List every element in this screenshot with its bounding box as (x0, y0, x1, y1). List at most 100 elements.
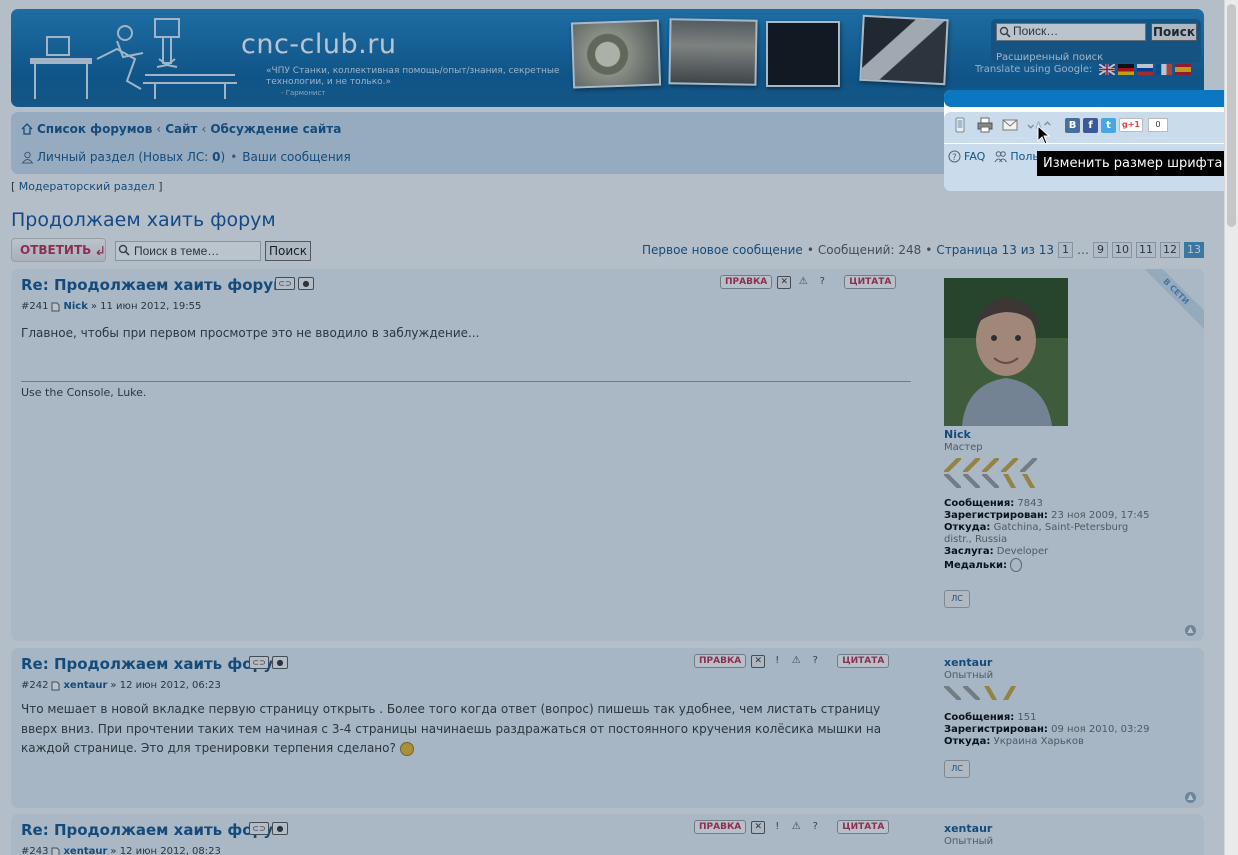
page-indicator[interactable]: Страница 13 из 13 (936, 243, 1054, 257)
page-ellipsis: … (1077, 243, 1089, 257)
post-icon (51, 681, 60, 690)
post-title[interactable]: Re: Продолжаем хаить форум (21, 276, 285, 294)
info-icon[interactable]: ? (815, 275, 829, 289)
flag-de-icon[interactable] (1118, 64, 1134, 75)
facebook-icon[interactable]: f (1083, 117, 1098, 133)
flag-fr-icon[interactable] (1156, 64, 1172, 75)
post-author[interactable]: xentaur (63, 846, 107, 855)
page-link[interactable]: 11 (1136, 242, 1156, 258)
reply-button[interactable]: ОТВЕТИТЬ (11, 238, 106, 262)
scrollbar[interactable] (1224, 0, 1238, 855)
user-info-icon[interactable]: ● (272, 656, 288, 669)
post-title-icons: ⊂⊃ ● (249, 822, 288, 835)
user-info-icon[interactable]: ● (298, 277, 314, 290)
print-icon[interactable] (977, 117, 993, 133)
post-title[interactable]: Re: Продолжаем хаить форум (21, 655, 285, 673)
members-link[interactable]: Поль (1010, 150, 1039, 163)
home-icon (21, 123, 33, 135)
topic-search-button[interactable]: Поиск (265, 241, 311, 261)
post-author[interactable]: xentaur (63, 680, 107, 691)
posts-value[interactable]: 7843 (1017, 498, 1042, 509)
post-number[interactable]: #242 (21, 680, 48, 691)
report-icon[interactable]: ⚠ (789, 820, 803, 834)
profile-username[interactable]: Nick (944, 429, 1154, 441)
avatar[interactable] (944, 278, 1068, 426)
posts-value[interactable]: 151 (1017, 712, 1036, 723)
your-posts-link[interactable]: Ваши сообщения (242, 150, 350, 164)
quote-button[interactable]: ЦИТАТА (837, 820, 890, 834)
post-number[interactable]: #241 (21, 301, 48, 312)
link-icon[interactable]: ⊂⊃ (249, 822, 269, 835)
link-icon[interactable]: ⊂⊃ (249, 656, 269, 669)
breadcrumb-site[interactable]: Сайт (165, 122, 197, 136)
page-link[interactable]: 1 (1058, 242, 1073, 258)
post-buttons: ПРАВКА ✕ ⚠ ? ЦИТАТА (720, 275, 897, 289)
flag-ru-icon[interactable] (1137, 64, 1153, 75)
quote-button[interactable]: ЦИТАТА (837, 654, 890, 668)
search-input[interactable]: Поиск… (996, 23, 1146, 41)
bullet: • (230, 150, 238, 164)
breadcrumb: Список форумов ‹ Сайт ‹ Обсуждение сайта (21, 122, 341, 136)
medal-icon[interactable] (1010, 558, 1023, 572)
vk-icon[interactable]: B (1065, 117, 1080, 133)
warn-icon[interactable]: ! (770, 820, 784, 834)
delete-icon[interactable]: ✕ (751, 654, 766, 668)
advanced-search-link[interactable]: Расширенный поиск (996, 52, 1103, 63)
faq-line: ? FAQ Поль (948, 150, 1039, 163)
breadcrumb-forum-index[interactable]: Список форумов (37, 122, 152, 136)
edit-button[interactable]: ПРАВКА (694, 654, 747, 668)
quote-button[interactable]: ЦИТАТА (844, 275, 897, 289)
post-icon (51, 847, 60, 855)
edit-button[interactable]: ПРАВКА (720, 275, 773, 289)
info-icon[interactable]: ? (808, 820, 822, 834)
site-name[interactable]: cnc-club.ru (241, 29, 396, 60)
delete-icon[interactable]: ✕ (751, 820, 766, 834)
warn-icon[interactable]: ⚠ (796, 275, 810, 289)
warn-icon[interactable]: ! (770, 654, 784, 668)
breadcrumb-site-discussion[interactable]: Обсуждение сайта (210, 122, 341, 136)
user-info-icon[interactable]: ● (272, 822, 288, 835)
page-link[interactable]: 10 (1112, 242, 1132, 258)
email-icon[interactable] (1002, 117, 1018, 133)
edit-button[interactable]: ПРАВКА (694, 820, 747, 834)
rank-tool-icon (1001, 686, 1018, 700)
page-link[interactable]: 12 (1160, 242, 1180, 258)
rank-tool-icon (1001, 458, 1018, 472)
back-to-top-icon[interactable]: ▲ (1185, 792, 1196, 803)
flag-en-icon[interactable] (1099, 64, 1115, 75)
post-title-icons: ⊂⊃ ● (249, 656, 288, 669)
pm-button[interactable]: ЛС (944, 590, 970, 608)
page-link[interactable]: 9 (1093, 242, 1108, 258)
search-button[interactable]: Поиск (1151, 23, 1197, 41)
scrollbar-thumb[interactable] (1227, 4, 1236, 227)
faq-link[interactable]: FAQ (964, 150, 985, 163)
rank-icons (944, 458, 1044, 488)
moderator-section-link[interactable]: Модераторский раздел (19, 180, 155, 193)
ucp-link[interactable]: Личный раздел (Новых ЛС: 0) (37, 150, 225, 164)
report-icon[interactable]: ⚠ (789, 654, 803, 668)
pm-button[interactable]: ЛС (944, 760, 970, 778)
google-plus-button[interactable]: g+1 (1119, 117, 1143, 132)
topic-search-input[interactable]: Поиск в теме… (115, 241, 261, 261)
twitter-icon[interactable]: t (1101, 117, 1116, 133)
profile-username[interactable]: xentaur (944, 823, 993, 835)
new-pm-count: 0 (212, 150, 221, 164)
flag-es-icon[interactable] (1175, 64, 1191, 75)
from-label: Откуда: (944, 736, 991, 747)
site-logo[interactable] (25, 15, 245, 103)
delete-icon[interactable]: ✕ (777, 275, 792, 289)
first-unread-link[interactable]: Первое новое сообщение (642, 243, 803, 257)
rank-tool-icon (963, 474, 980, 488)
post-title[interactable]: Re: Продолжаем хаить форум (21, 821, 285, 839)
post-icon (51, 302, 60, 311)
post-date: » 11 июн 2012, 19:55 (90, 301, 202, 312)
post-content: Что мешает в новой вкладке первую страни… (21, 700, 916, 759)
info-icon[interactable]: ? (808, 654, 822, 668)
profile-username[interactable]: xentaur (944, 657, 1150, 669)
post-author[interactable]: Nick (63, 301, 87, 312)
mobile-icon[interactable] (952, 117, 968, 133)
topic-title[interactable]: Продолжаем хаить форум (11, 209, 276, 231)
link-icon[interactable]: ⊂⊃ (275, 277, 295, 290)
back-to-top-icon[interactable]: ▲ (1185, 625, 1196, 636)
post-number[interactable]: #243 (21, 846, 48, 855)
